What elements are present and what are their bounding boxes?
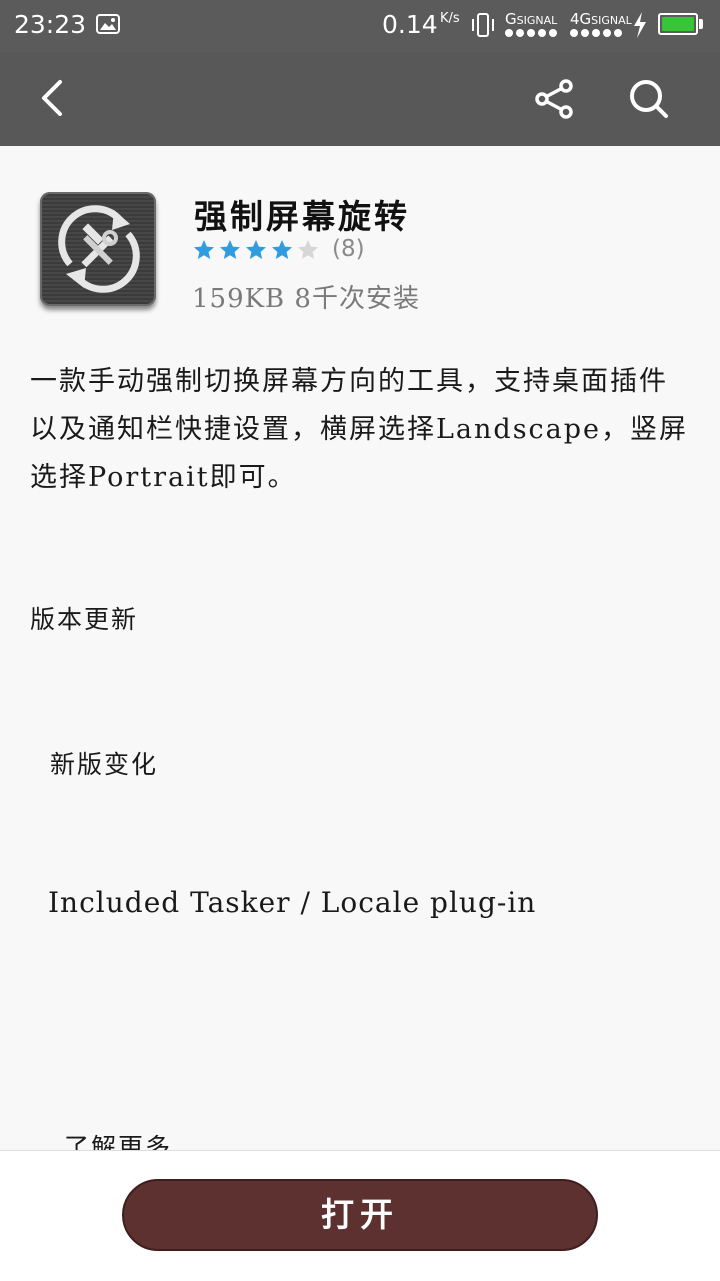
sim2-type: 4G bbox=[570, 10, 592, 28]
update-heading: 版本更新 bbox=[30, 605, 139, 634]
app-icon bbox=[40, 192, 156, 306]
vibrate-icon bbox=[472, 13, 494, 37]
star-filled-icon bbox=[220, 240, 240, 259]
learn-more-link[interactable]: 了解更多 bbox=[64, 1128, 172, 1150]
net-speed: 0.14 bbox=[382, 10, 438, 39]
battery-cap bbox=[699, 19, 703, 29]
star-filled-icon bbox=[194, 240, 214, 259]
rating-stars bbox=[192, 238, 320, 262]
star-filled-icon bbox=[272, 240, 292, 259]
update-subheading: 新版变化 bbox=[50, 750, 159, 779]
app-bar bbox=[0, 52, 720, 146]
status-bar: 23:23 0.14 K/s GSIGNAL 4GSIGNAL bbox=[0, 0, 720, 52]
sim2-label: SIGNAL bbox=[591, 14, 632, 27]
sim1-label: SIGNAL bbox=[516, 14, 558, 27]
sim2-signal-icon: 4GSIGNAL bbox=[570, 10, 632, 40]
open-button[interactable]: 打开 bbox=[122, 1179, 598, 1251]
back-arrow-icon[interactable] bbox=[28, 74, 76, 122]
net-speed-unit: K/s bbox=[440, 11, 460, 26]
status-time: 23:23 bbox=[14, 10, 87, 39]
charging-icon bbox=[634, 12, 646, 38]
search-icon[interactable] bbox=[624, 74, 674, 124]
update-changes: Included Tasker / Locale plug-in bbox=[48, 886, 537, 919]
star-empty-icon bbox=[298, 240, 318, 259]
app-description: 一款手动强制切换屏幕方向的工具，支持桌面插件以及通知栏快捷设置，横屏选择Land… bbox=[30, 366, 689, 493]
app-title: 强制屏幕旋转 bbox=[194, 197, 410, 236]
sim1-type: G bbox=[505, 10, 517, 28]
share-icon[interactable] bbox=[530, 74, 580, 124]
app-meta: 159KB 8千次安装 bbox=[192, 284, 420, 314]
rotate-tools-icon bbox=[58, 205, 140, 293]
rating-count: (8) bbox=[332, 236, 365, 262]
star-filled-icon bbox=[246, 240, 266, 259]
battery-icon bbox=[658, 13, 698, 35]
battery-level bbox=[662, 17, 694, 31]
sim1-signal-icon: GSIGNAL bbox=[505, 10, 567, 40]
gallery-icon bbox=[96, 14, 120, 34]
